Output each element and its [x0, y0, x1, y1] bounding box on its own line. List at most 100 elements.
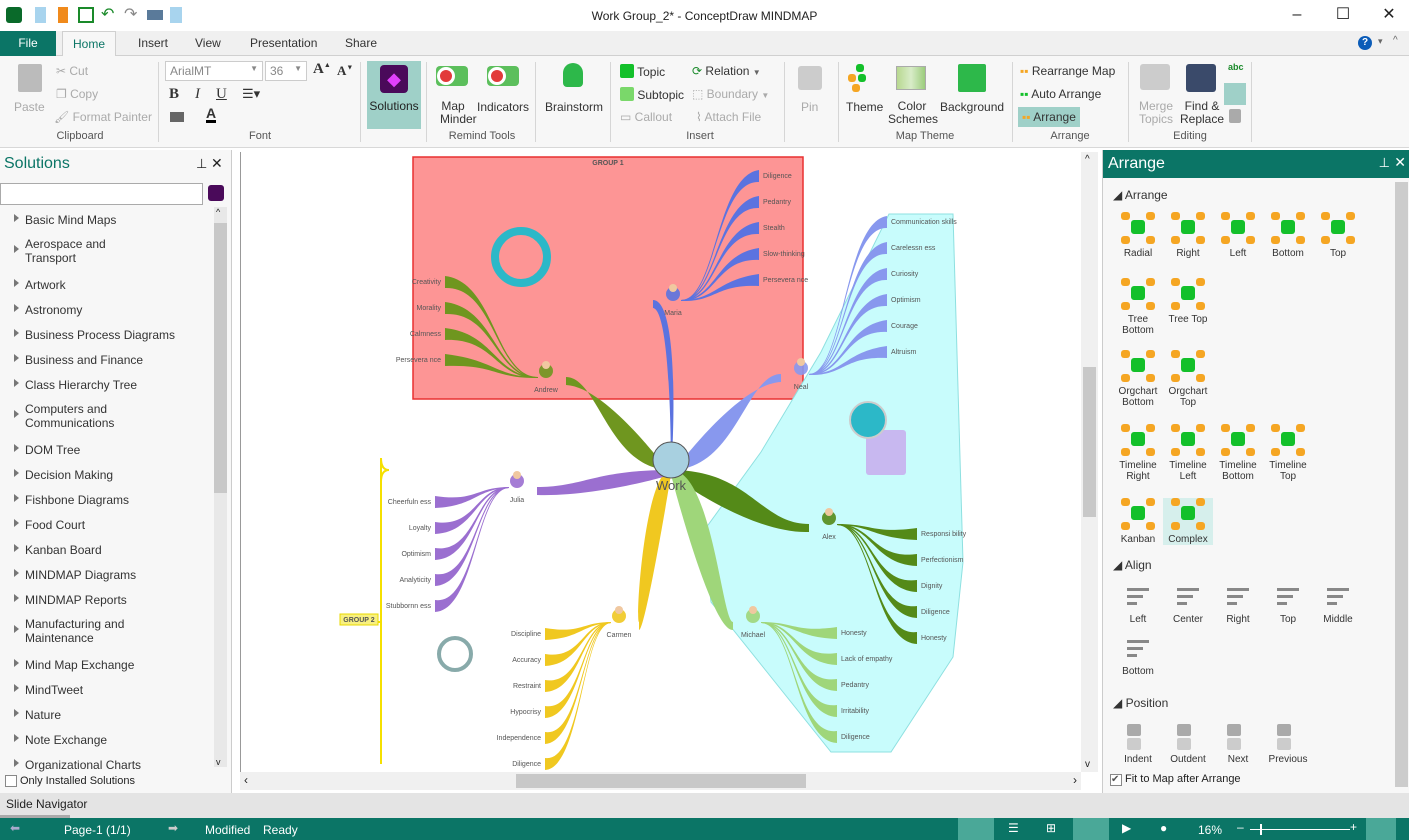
pin-panel-icon[interactable]: ⊥: [1379, 155, 1390, 171]
align-right[interactable]: Right: [1213, 582, 1263, 625]
subtopic[interactable]: Irritability: [841, 708, 870, 715]
subtopic[interactable]: Independence: [497, 735, 541, 742]
previous-page-icon[interactable]: ⬅: [10, 821, 20, 835]
zoom-fit-icon[interactable]: [1366, 818, 1396, 840]
font-family-select[interactable]: ArialMT ▼: [165, 61, 263, 81]
solution-item[interactable]: MindTweet: [14, 682, 83, 697]
solution-item[interactable]: Business Process Diagrams: [14, 327, 175, 342]
section-position[interactable]: ◢ Position: [1113, 696, 1168, 710]
section-align[interactable]: ◢ Align: [1113, 558, 1152, 572]
subtopic[interactable]: Accuracy: [512, 657, 541, 664]
branch-julia[interactable]: [537, 470, 671, 496]
format-painter-button[interactable]: 🖌 Format Painter: [54, 110, 152, 124]
underline-button[interactable]: U: [216, 86, 227, 103]
topic-maria[interactable]: Maria: [664, 310, 682, 317]
minimize-button[interactable]: –: [1286, 4, 1308, 26]
indicators-button[interactable]: Indicators: [477, 100, 529, 114]
canvas-vertical-scrollbar[interactable]: ^ v: [1081, 152, 1098, 772]
tab-share[interactable]: Share: [335, 31, 387, 56]
scroll-thumb[interactable]: [516, 774, 806, 788]
brainstorm-button[interactable]: Brainstorm: [545, 100, 603, 114]
solutions-search-input[interactable]: [0, 183, 203, 205]
position-outdent[interactable]: Outdent: [1163, 722, 1213, 765]
callout-button[interactable]: ▭ Callout: [620, 110, 672, 124]
align-center[interactable]: Center: [1163, 582, 1213, 625]
solution-item[interactable]: Food Court: [14, 517, 85, 532]
theme-status-icon[interactable]: ●: [1160, 821, 1167, 835]
subtopic[interactable]: Responsi bility: [921, 531, 967, 538]
layout-radial[interactable]: Radial: [1113, 212, 1163, 259]
tree-view-icon[interactable]: ⊞: [1046, 821, 1056, 835]
solution-item[interactable]: MINDMAP Reports: [14, 592, 127, 607]
layout-left[interactable]: Left: [1213, 212, 1263, 259]
subtopic[interactable]: Perfectionism: [921, 557, 964, 564]
subtopic[interactable]: Analyticity: [399, 577, 431, 584]
solution-item[interactable]: DOM Tree: [14, 442, 80, 457]
zoom-slider-thumb[interactable]: [1260, 824, 1262, 835]
canvas-horizontal-scrollbar[interactable]: ‹ ›: [240, 772, 1081, 790]
align-middle[interactable]: Middle: [1313, 582, 1363, 625]
color-schemes-button[interactable]: Color Schemes: [888, 100, 938, 126]
copy-button[interactable]: ❐ Copy: [56, 87, 98, 101]
topic-carmen[interactable]: Carmen: [607, 632, 632, 639]
tab-home[interactable]: Home: [62, 31, 117, 57]
solution-item[interactable]: Mind Map Exchange: [14, 657, 134, 672]
boundary-button[interactable]: ⬚ Boundary ▼: [692, 87, 769, 101]
layout-timeline-left[interactable]: Timeline Left: [1163, 424, 1213, 482]
tab-insert[interactable]: Insert: [128, 31, 178, 56]
slide-navigator-tab[interactable]: Slide Navigator: [6, 797, 87, 811]
subtopic[interactable]: Diligence: [921, 609, 950, 616]
outline-view-icon[interactable]: ☰: [1008, 821, 1019, 835]
topic-alex[interactable]: Alex: [822, 534, 836, 541]
pin-panel-icon[interactable]: ⊥: [196, 156, 207, 172]
subtopic[interactable]: Honesty: [841, 630, 867, 637]
scroll-left-icon[interactable]: ‹: [244, 773, 248, 787]
topic-julia[interactable]: Julia: [510, 497, 525, 504]
subtopic[interactable]: Communication skills: [891, 219, 957, 226]
subtopic[interactable]: Slow-thinking: [763, 251, 805, 258]
layout-bottom[interactable]: Bottom: [1263, 212, 1313, 259]
topic-neal[interactable]: Neal: [794, 384, 809, 391]
solution-item[interactable]: Fishbone Diagrams: [14, 492, 129, 507]
subtopic[interactable]: Dignity: [921, 583, 943, 590]
branch-carmen[interactable]: [638, 470, 671, 631]
tab-view[interactable]: View: [185, 31, 231, 56]
cut-button[interactable]: ✂ Cut: [56, 64, 88, 78]
next-page-icon[interactable]: ➡: [168, 821, 178, 835]
section-arrange[interactable]: ◢ Arrange: [1113, 188, 1168, 202]
mind-map-view-icon[interactable]: [958, 818, 994, 840]
scroll-right-icon[interactable]: ›: [1073, 773, 1077, 787]
paste-button[interactable]: Paste: [14, 100, 45, 114]
italic-button[interactable]: I: [195, 86, 200, 103]
align-top[interactable]: Top: [1263, 582, 1313, 625]
hide-icon[interactable]: [1073, 818, 1109, 840]
help-icon[interactable]: ?: [1358, 36, 1372, 50]
solution-item[interactable]: Computers and Communications: [14, 402, 135, 430]
topic-button[interactable]: Topic: [620, 64, 665, 79]
solution-item[interactable]: Class Hierarchy Tree: [14, 377, 137, 392]
solution-item[interactable]: Aerospace and Transport: [14, 237, 135, 265]
group-1-label[interactable]: GROUP 1: [592, 160, 623, 167]
scroll-down-icon[interactable]: v: [216, 757, 221, 767]
central-topic[interactable]: Work: [656, 478, 687, 493]
subtopic[interactable]: Carelessn ess: [891, 245, 936, 252]
subtopic[interactable]: Honesty: [921, 635, 947, 642]
align-bottom[interactable]: Bottom: [1113, 634, 1163, 677]
theme-button[interactable]: Theme: [846, 100, 883, 114]
search-solutions-icon[interactable]: [208, 185, 224, 201]
find-replace-button[interactable]: Find & Replace: [1180, 100, 1224, 126]
layout-timeline-top[interactable]: Timeline Top: [1263, 424, 1313, 482]
subtopic[interactable]: Diligence: [512, 761, 541, 768]
mind-map-canvas[interactable]: GROUP 1 GROUP 2 Andrew Creativity Morality Ca…: [240, 152, 1081, 772]
solution-item[interactable]: Organizational Charts: [14, 757, 141, 772]
solution-item[interactable]: Manufacturing and Maintenance: [14, 617, 135, 645]
subtopic[interactable]: Pedantry: [763, 199, 792, 206]
subtopic[interactable]: Diligence: [841, 734, 870, 741]
subtopic[interactable]: Courage: [891, 323, 918, 330]
grow-font-button[interactable]: A▲: [313, 61, 331, 78]
layout-timeline-right[interactable]: Timeline Right: [1113, 424, 1163, 482]
subtopic[interactable]: Pedantry: [841, 682, 870, 689]
zoom-out-button[interactable]: –: [1237, 820, 1244, 834]
layout-tree-bottom[interactable]: Tree Bottom: [1113, 278, 1163, 336]
subtopic[interactable]: Restraint: [513, 683, 541, 690]
